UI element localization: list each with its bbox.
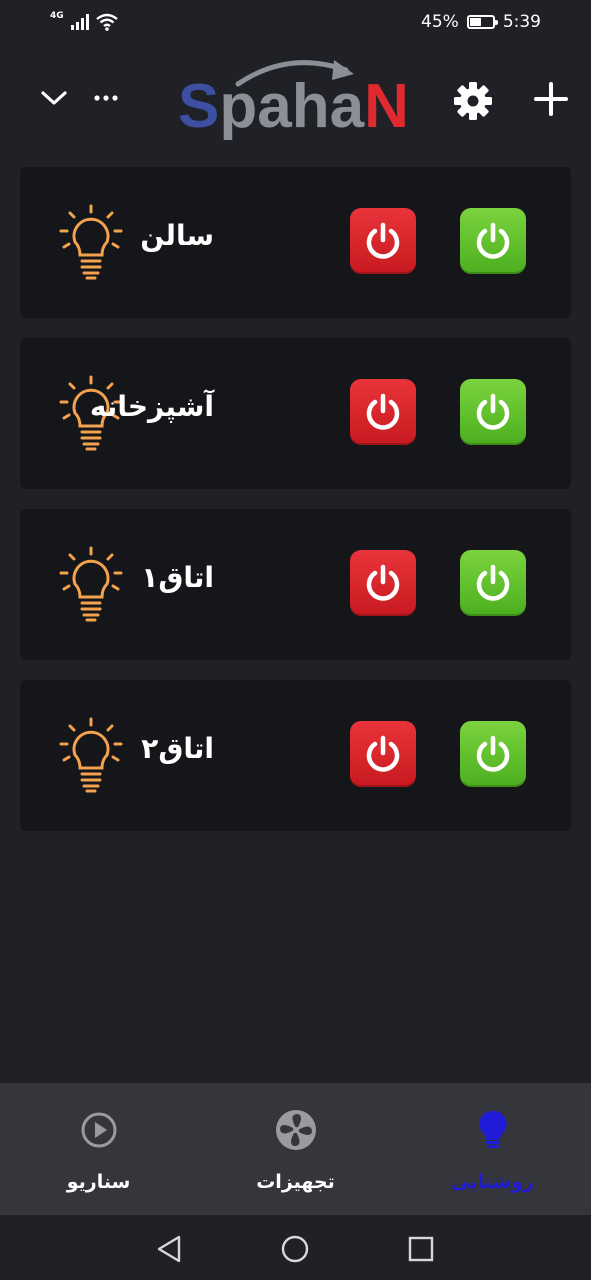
wifi-icon (95, 13, 118, 31)
power-icon (366, 735, 400, 772)
app-header: SpahaN (0, 50, 591, 150)
battery-percent: 45% (421, 12, 459, 32)
home-icon[interactable] (279, 1233, 311, 1265)
play-icon (76, 1107, 122, 1153)
power-off-button[interactable] (350, 550, 416, 616)
network-type: 4G (50, 11, 64, 21)
power-off-button[interactable] (350, 208, 416, 274)
status-left: 4G (50, 11, 118, 31)
back-icon[interactable] (153, 1233, 185, 1265)
power-icon (476, 222, 510, 259)
power-on-button[interactable] (460, 550, 526, 616)
status-bar: 4G 45% 5:39 (0, 0, 591, 44)
room-card: اتاق۲ (20, 680, 571, 831)
power-icon (476, 564, 510, 601)
power-off-button[interactable] (350, 379, 416, 445)
power-off-button[interactable] (350, 721, 416, 787)
room-name: سالن (140, 219, 214, 252)
fan-icon (273, 1107, 319, 1153)
bulb-icon (59, 204, 123, 280)
power-on-button[interactable] (460, 721, 526, 787)
room-name: آشپزخانه (89, 390, 214, 423)
tab-scenario[interactable]: سناریو (0, 1083, 197, 1215)
room-card: اتاق۱ (20, 509, 571, 660)
bulb-icon (59, 717, 123, 793)
tab-label: روشنایی (451, 1171, 534, 1193)
power-icon (476, 735, 510, 772)
tab-label: تجهیزات (256, 1171, 335, 1193)
spahan-logo: SpahaN (178, 54, 418, 146)
bottom-nav: سناریو تجهیزات روشنایی (0, 1083, 591, 1215)
more-icon[interactable] (86, 78, 126, 118)
status-right: 45% 5:39 (421, 12, 541, 32)
power-on-button[interactable] (460, 208, 526, 274)
room-list: سالن آشپزخانه اتاق۱ اتاق۲ (20, 167, 571, 851)
system-nav-bar (0, 1215, 591, 1280)
room-name: اتاق۱ (141, 561, 214, 594)
plus-icon[interactable] (528, 76, 574, 122)
bulb-icon (470, 1107, 516, 1153)
tab-lighting[interactable]: روشنایی (394, 1083, 591, 1215)
room-card: سالن (20, 167, 571, 318)
power-icon (476, 393, 510, 430)
clock: 5:39 (502, 12, 541, 32)
power-icon (366, 393, 400, 430)
logo-wordmark: SpahaN (178, 72, 409, 141)
recents-icon[interactable] (405, 1233, 437, 1265)
power-icon (366, 222, 400, 259)
power-icon (366, 564, 400, 601)
tab-label: سناریو (66, 1171, 131, 1193)
bulb-icon (59, 546, 123, 622)
signal-icon (70, 14, 89, 30)
room-card: آشپزخانه (20, 338, 571, 489)
battery-icon (466, 15, 498, 29)
room-name: اتاق۲ (141, 732, 214, 765)
power-on-button[interactable] (460, 379, 526, 445)
gear-icon[interactable] (450, 78, 496, 124)
tab-devices[interactable]: تجهیزات (197, 1083, 394, 1215)
chevron-down-icon[interactable] (34, 78, 74, 118)
battery-fill (469, 18, 481, 26)
